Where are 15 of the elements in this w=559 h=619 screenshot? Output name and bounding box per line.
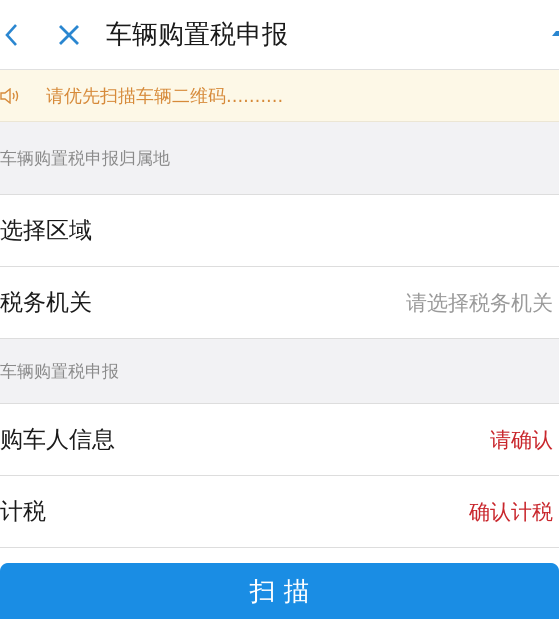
section-label: 车辆购置税申报 xyxy=(0,360,119,382)
row-label: 计税 xyxy=(0,498,46,527)
row-label: 购车人信息 xyxy=(0,426,115,455)
row-value: 请确认 xyxy=(490,426,554,454)
back-icon[interactable] xyxy=(4,22,18,46)
scan-button[interactable]: 扫 描 xyxy=(0,563,559,619)
row-value: 请选择税务机关 xyxy=(406,290,554,316)
row-label: 选择区域 xyxy=(0,217,92,246)
row-value: 确认计税 xyxy=(469,498,554,526)
speaker-icon xyxy=(0,88,20,104)
section-label: 车辆购置税申报归属地 xyxy=(0,148,170,170)
notice-text: 请优先扫描车辆二维码.......... xyxy=(46,84,284,108)
row-label: 税务机关 xyxy=(0,289,92,318)
close-icon[interactable] xyxy=(58,24,80,46)
page-title: 车辆购置税申报 xyxy=(106,19,288,52)
